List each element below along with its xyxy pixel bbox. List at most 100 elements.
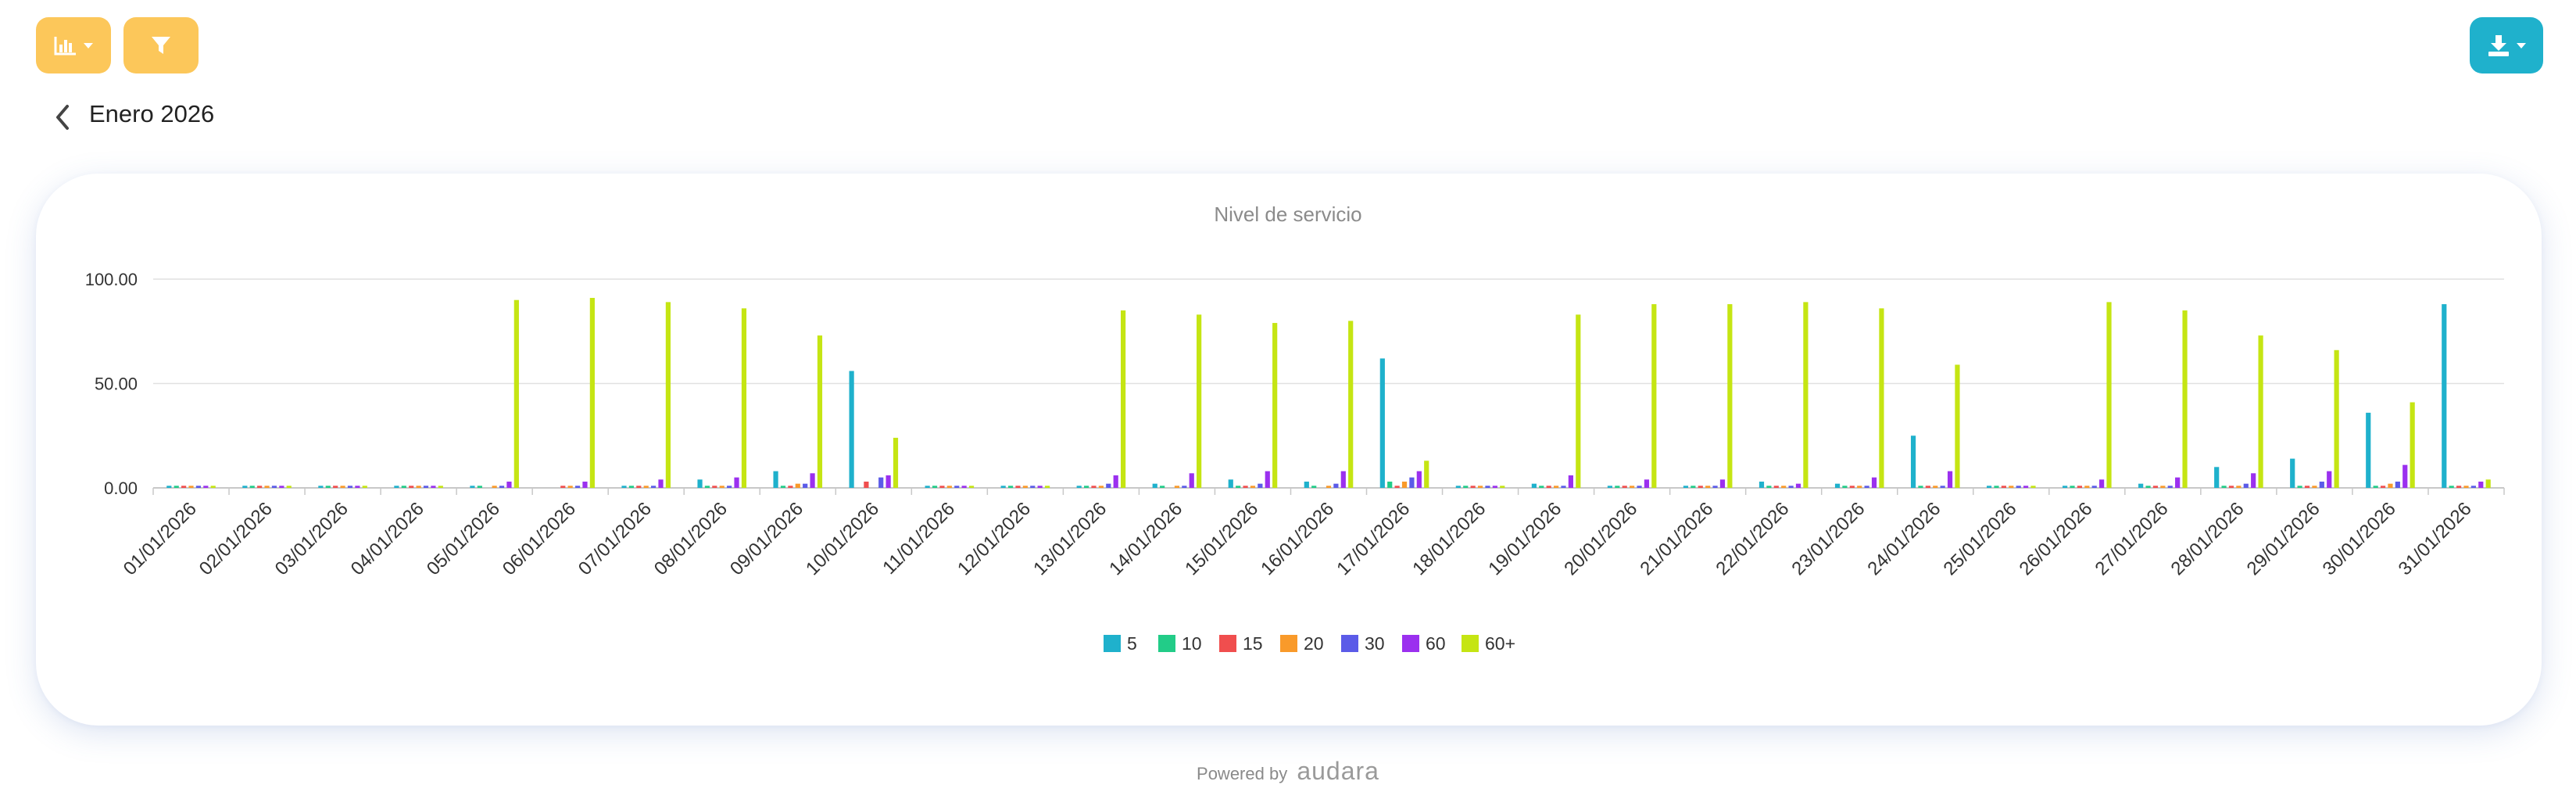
- bar: [477, 486, 482, 488]
- bar: [1622, 486, 1627, 488]
- x-tick-label: 02/01/2026: [195, 498, 277, 579]
- bar: [1258, 483, 1263, 488]
- bar: [2063, 486, 2068, 488]
- bar: [1933, 486, 1938, 488]
- x-tick-label: 08/01/2026: [650, 498, 732, 579]
- bar: [1044, 486, 1050, 488]
- bar: [499, 486, 505, 488]
- legend-swatch: [1104, 635, 1121, 652]
- legend-label: 60: [1426, 633, 1446, 654]
- bar: [1401, 481, 1408, 488]
- bar: [925, 486, 930, 488]
- bar: [1311, 486, 1317, 488]
- powered-by: Powered by audara: [0, 757, 2576, 786]
- bar: [2214, 467, 2220, 488]
- bar: [470, 486, 475, 488]
- bar: [1326, 486, 1332, 488]
- bar: [2334, 349, 2339, 488]
- bar: [286, 486, 292, 488]
- chart-title: Nivel de servicio: [1214, 202, 1361, 226]
- legend-swatch: [1341, 635, 1358, 652]
- bar: [2106, 302, 2112, 488]
- bar: [954, 486, 960, 488]
- bar: [2366, 412, 2371, 488]
- chart: Nivel de servicio 100.00 50.00 0.0001/01/20…: [85, 202, 2505, 654]
- bar: [1842, 486, 1848, 488]
- bar: [1394, 486, 1400, 488]
- bar: [1803, 302, 1809, 488]
- bar: [1690, 486, 1696, 488]
- bar: [810, 473, 815, 488]
- bar: [1553, 486, 1559, 488]
- bar: [1113, 475, 1118, 488]
- bar: [1615, 486, 1620, 488]
- bar: [1849, 486, 1855, 488]
- bar: [1986, 486, 1992, 488]
- bar: [2319, 481, 2324, 488]
- bar: [2485, 479, 2491, 488]
- bar: [271, 486, 277, 488]
- bar: [1719, 479, 1726, 488]
- bar: [174, 486, 179, 488]
- x-tick-label: 12/01/2026: [953, 498, 1035, 579]
- bar: [1485, 486, 1490, 488]
- bar: [1455, 486, 1461, 488]
- bar: [195, 486, 202, 488]
- bar: [2410, 402, 2415, 488]
- bar: [431, 486, 436, 488]
- legend-label: 10: [1182, 633, 1202, 654]
- legend-label: 60+: [1485, 633, 1515, 654]
- bar: [1409, 477, 1415, 488]
- bar: [697, 479, 703, 488]
- bar: [1000, 486, 1006, 488]
- bar: [2001, 486, 2006, 488]
- bar: [1925, 486, 1930, 488]
- bar: [946, 486, 952, 488]
- x-tick-label: 11/01/2026: [878, 498, 959, 579]
- x-tick-label: 28/01/2026: [2167, 498, 2249, 579]
- x-tick-label: 03/01/2026: [271, 498, 352, 579]
- bar: [2470, 486, 2476, 488]
- bar: [242, 486, 248, 488]
- bar: [780, 486, 786, 488]
- bar: [1470, 486, 1476, 488]
- bar: [1492, 486, 1497, 488]
- bar: [2456, 486, 2462, 488]
- x-tick-label: 31/01/2026: [2395, 498, 2476, 579]
- bar: [2402, 464, 2408, 488]
- bar: [1236, 486, 1241, 488]
- bar: [1265, 471, 1270, 488]
- bar: [939, 486, 945, 488]
- x-tick-label: 13/01/2026: [1029, 498, 1111, 579]
- x-tick-label: 19/01/2026: [1484, 498, 1565, 579]
- bar: [1788, 486, 1794, 488]
- bar: [727, 486, 732, 488]
- x-tick-label: 30/01/2026: [2319, 498, 2400, 579]
- bar: [1947, 471, 1953, 488]
- x-tick-label: 16/01/2026: [1257, 498, 1338, 579]
- legend-swatch: [1462, 635, 1479, 652]
- bar: [2442, 304, 2447, 488]
- bar: [1084, 486, 1089, 488]
- bar: [1037, 486, 1043, 488]
- bar: [249, 486, 255, 488]
- bar: [347, 486, 353, 488]
- bar: [1712, 486, 1718, 488]
- bar: [560, 486, 566, 488]
- y-tick-label: 50.00: [95, 375, 138, 394]
- bar: [2070, 486, 2075, 488]
- bar: [1546, 486, 1551, 488]
- bar: [719, 486, 724, 488]
- bar: [1766, 486, 1772, 488]
- bar: [932, 486, 938, 488]
- x-tick-label: 25/01/2026: [1939, 498, 2020, 579]
- bar: [2030, 486, 2036, 488]
- bar: [1463, 486, 1469, 488]
- bar: [1416, 471, 1422, 488]
- bar: [2290, 458, 2295, 488]
- bar: [279, 486, 284, 488]
- bar: [2395, 481, 2400, 488]
- bar: [1857, 486, 1862, 488]
- bar: [2182, 310, 2188, 488]
- bar: [704, 486, 710, 488]
